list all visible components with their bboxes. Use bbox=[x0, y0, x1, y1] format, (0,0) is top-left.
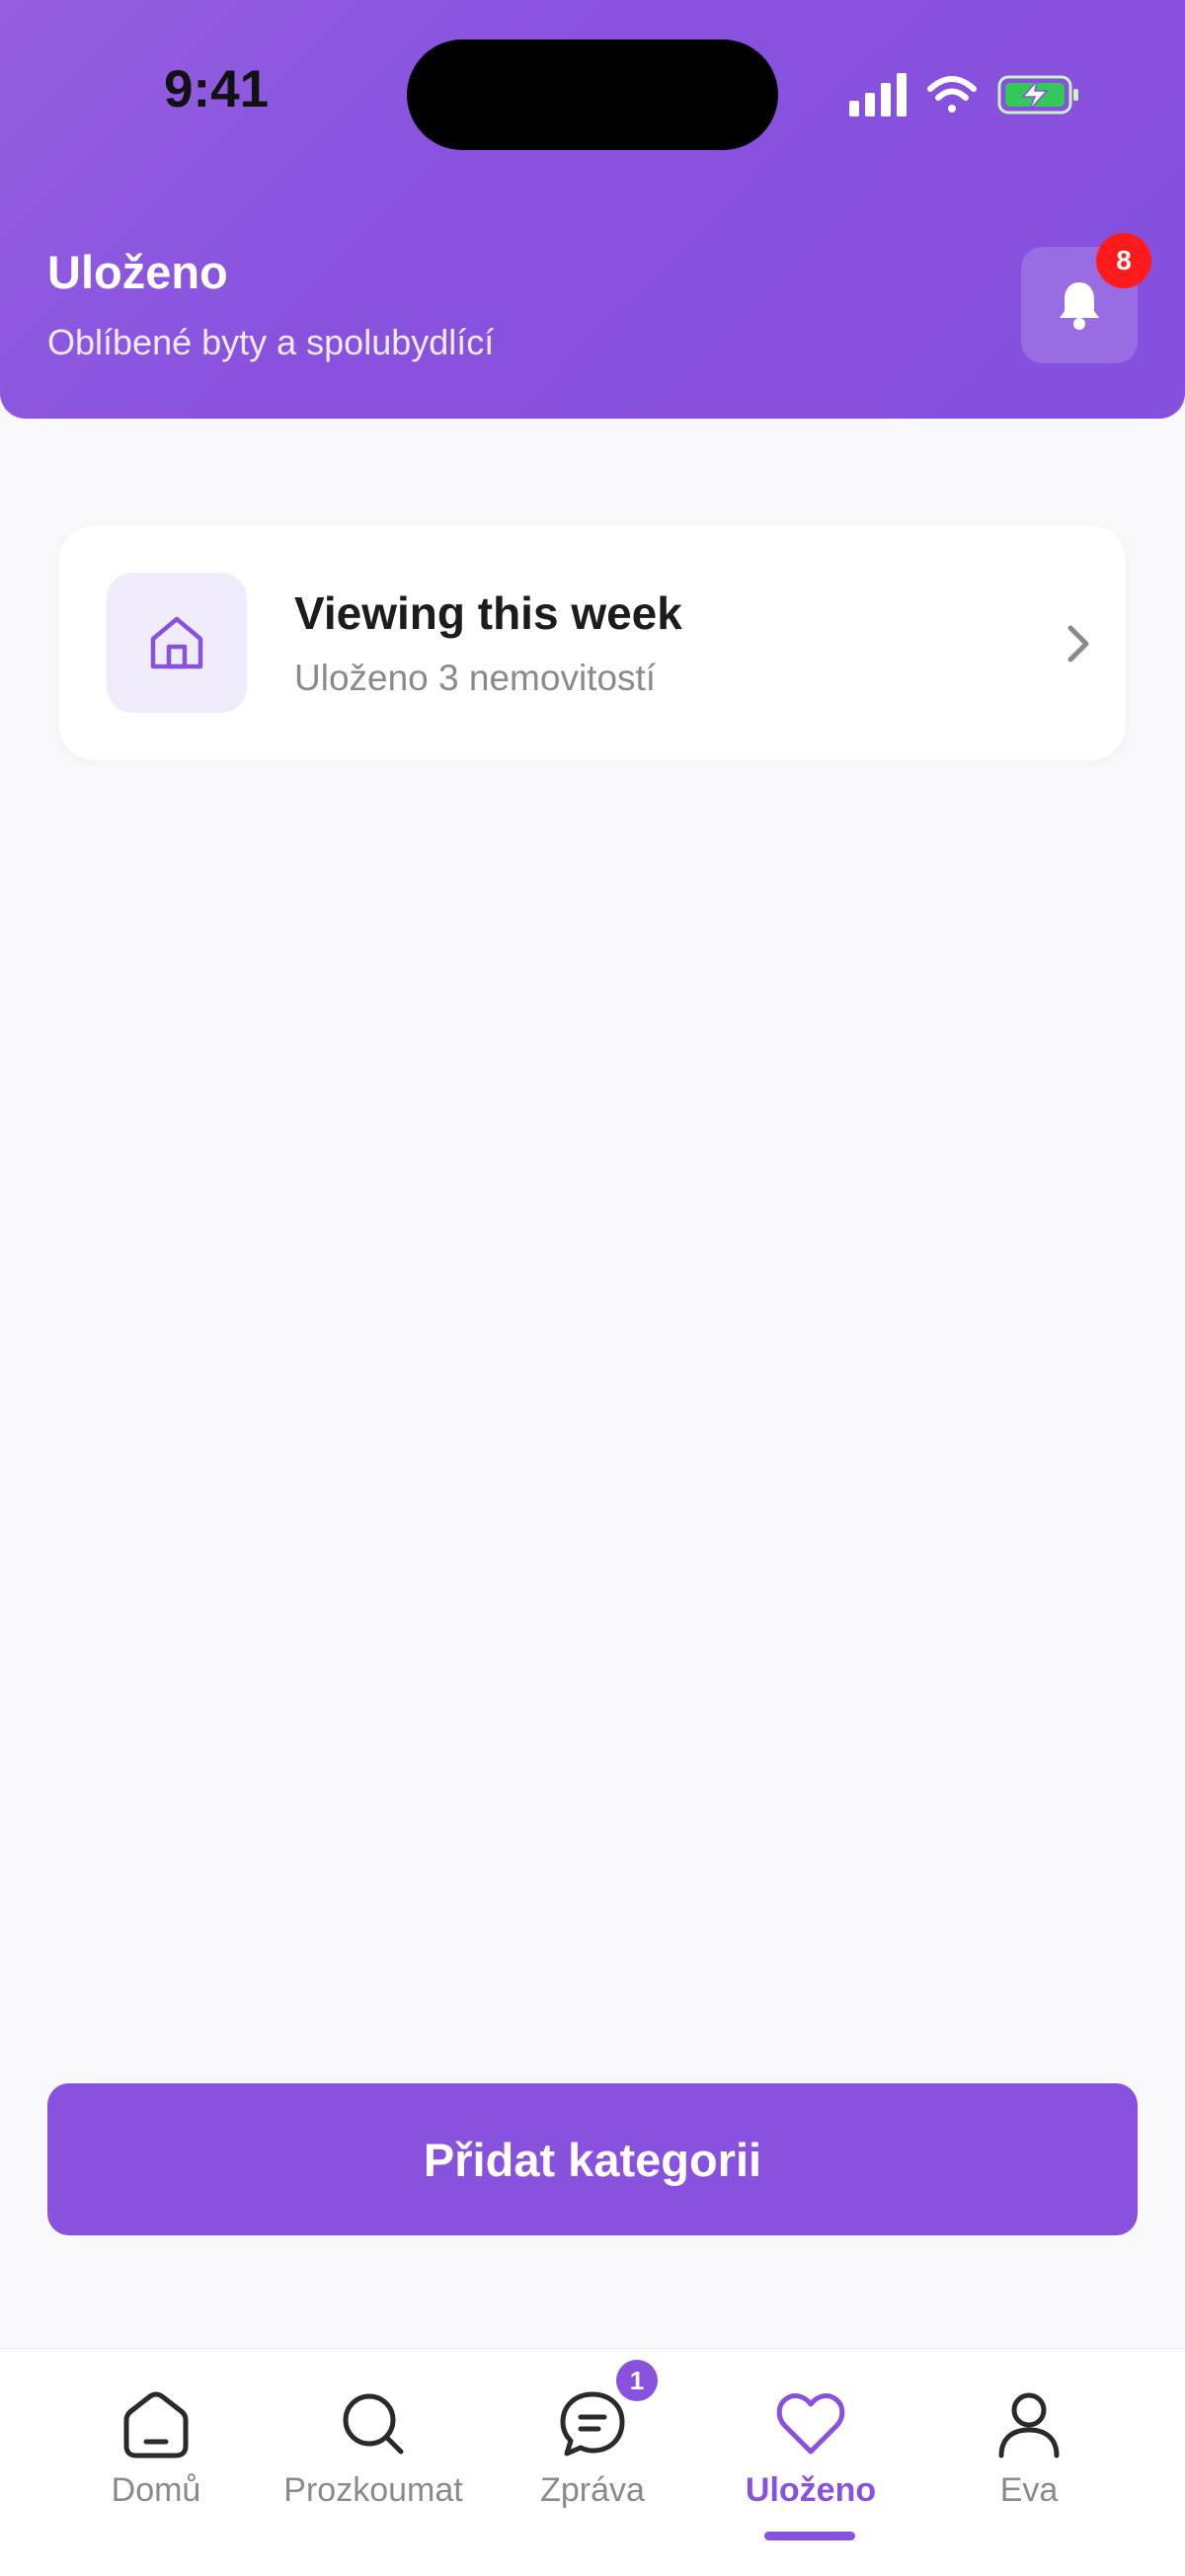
category-title: Viewing this week bbox=[294, 587, 682, 639]
tab-messages-label: Zpráva bbox=[540, 2471, 645, 2509]
user-icon bbox=[998, 2392, 1060, 2459]
search-icon bbox=[343, 2393, 404, 2455]
tab-saved-label: Uloženo bbox=[745, 2471, 877, 2509]
tab-messages[interactable]: Zpráva bbox=[484, 2349, 701, 2576]
signal-icon bbox=[849, 73, 907, 117]
category-subtitle: Uloženo 3 nemovitostí bbox=[294, 658, 657, 698]
add-category-button[interactable]: Přidat kategorii bbox=[47, 2083, 1138, 2235]
bell-icon bbox=[1060, 282, 1099, 330]
chevron-right-icon bbox=[1067, 625, 1089, 663]
tab-home-label: Domů bbox=[111, 2471, 201, 2509]
active-tab-indicator bbox=[764, 2532, 855, 2540]
home-icon bbox=[150, 616, 203, 669]
messages-badge: 1 bbox=[616, 2360, 658, 2401]
tab-profile-label: Eva bbox=[999, 2471, 1059, 2509]
tab-saved[interactable]: Uloženo bbox=[702, 2349, 919, 2576]
dynamic-island bbox=[407, 39, 778, 150]
category-icon-box bbox=[107, 573, 247, 713]
heart-icon bbox=[776, 2393, 845, 2455]
home-outline-icon bbox=[123, 2391, 189, 2459]
wifi-icon bbox=[927, 76, 977, 113]
page-title: Uloženo bbox=[47, 246, 228, 298]
tab-profile[interactable]: Eva bbox=[920, 2349, 1138, 2576]
status-time: 9:41 bbox=[164, 60, 270, 118]
status-icons bbox=[849, 73, 1078, 117]
chat-icon bbox=[560, 2391, 625, 2457]
page-subtitle: Oblíbené byty a spolubydlící bbox=[47, 322, 495, 362]
tab-explore[interactable]: Prozkoumat bbox=[265, 2349, 482, 2576]
notification-badge: 8 bbox=[1096, 233, 1151, 288]
tab-home[interactable]: Domů bbox=[47, 2349, 265, 2576]
tab-bar: Domů Prozkoumat Zpráva Uloženo Eva bbox=[0, 2348, 1185, 2576]
battery-icon bbox=[997, 75, 1078, 115]
tab-explore-label: Prozkoumat bbox=[283, 2471, 463, 2509]
category-card[interactable]: Viewing this week Uloženo 3 nemovitostí bbox=[59, 525, 1126, 760]
